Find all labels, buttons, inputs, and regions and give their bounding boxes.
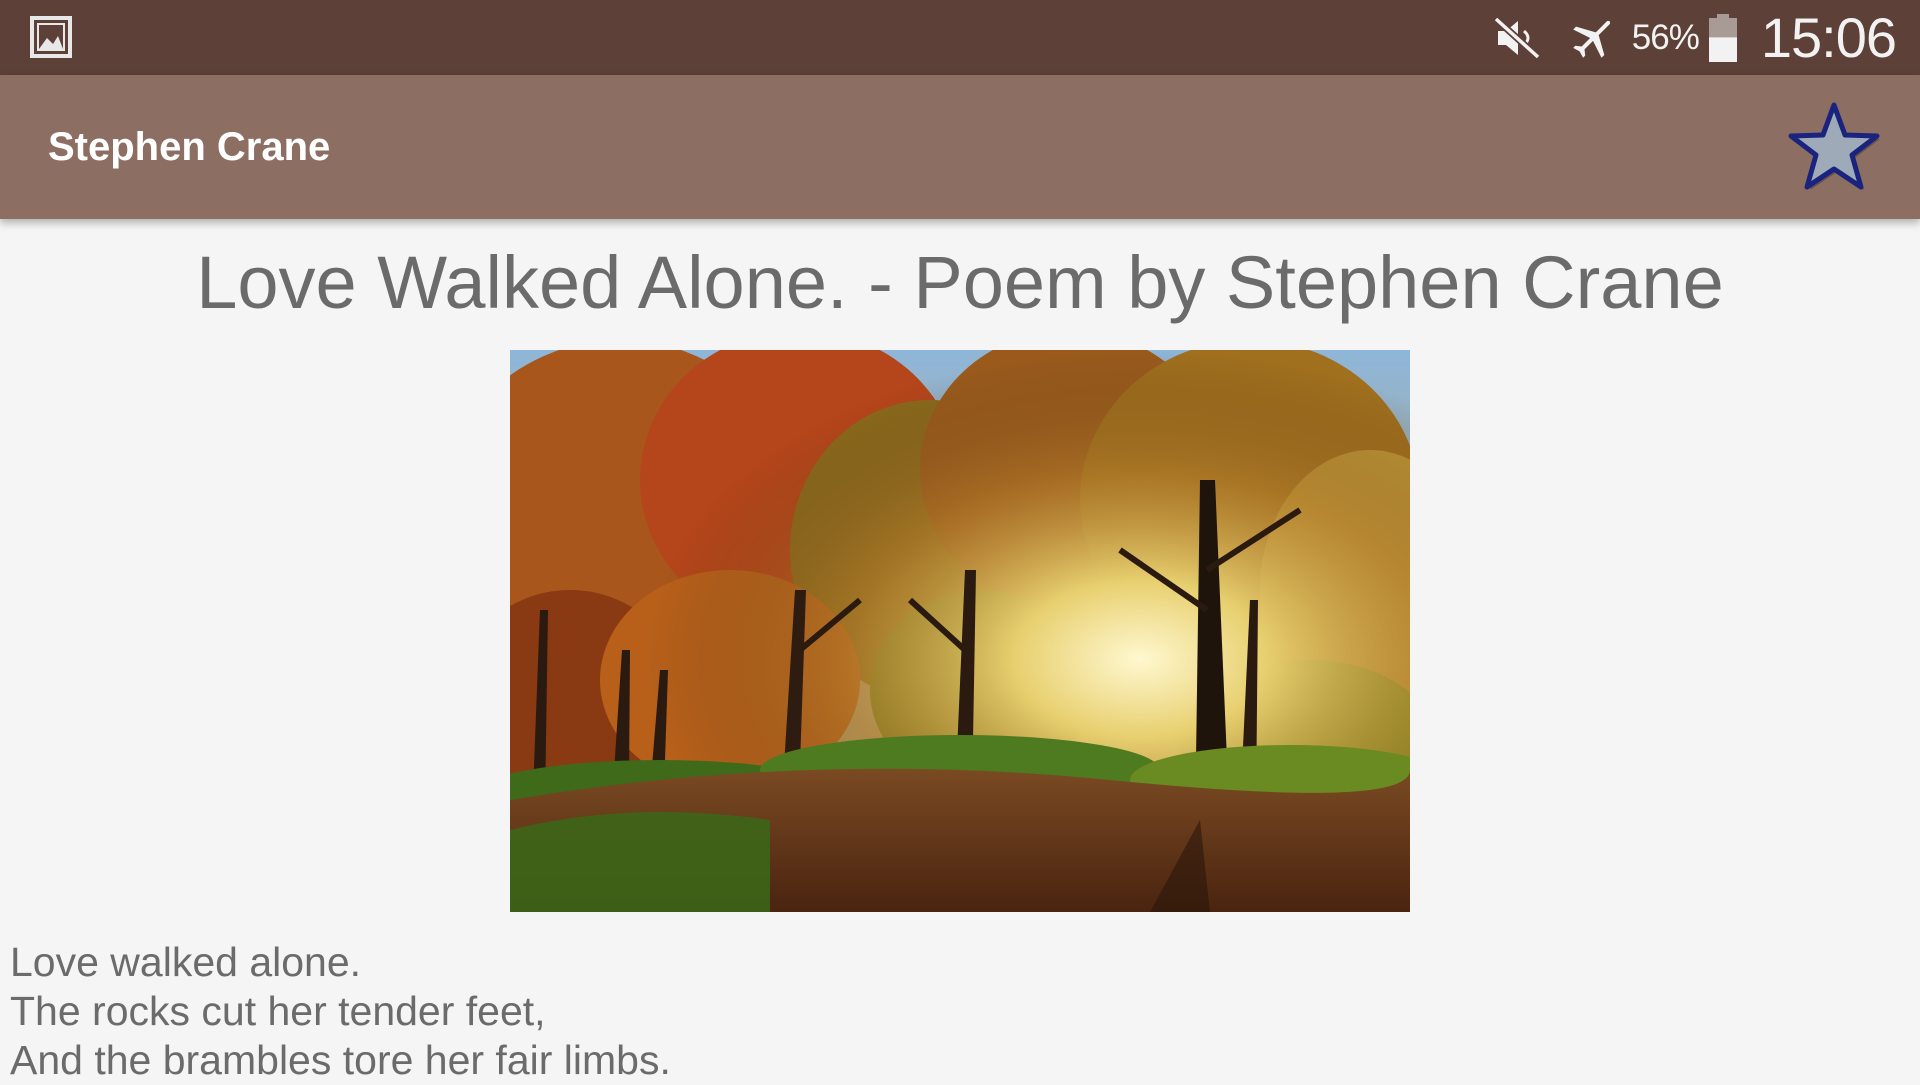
status-icons: 56% 15:06: [1492, 0, 1897, 75]
autumn-forest-image: [510, 350, 1410, 912]
battery-percent: 56%: [1631, 17, 1700, 57]
poem-line: Love walked alone.: [10, 939, 362, 985]
poem-line: The rocks cut her tender feet,: [10, 988, 546, 1034]
star-icon: [1788, 102, 1880, 190]
app-title: Stephen Crane: [48, 125, 331, 169]
battery-icon: [1708, 13, 1737, 62]
airplane-icon: [1572, 20, 1610, 58]
poem-title: Love Walked Alone. - Poem by Stephen Cra…: [196, 241, 1724, 324]
clock: 15:06: [1760, 6, 1897, 69]
poem-body: Love walked alone. The rocks cut her ten…: [10, 938, 671, 1085]
gallery-icon: [30, 16, 72, 58]
mute-icon: [1493, 15, 1541, 60]
favorite-star-button[interactable]: [1784, 97, 1884, 197]
poem-line: And the brambles tore her fair limbs.: [10, 1037, 671, 1083]
status-bar: 56% 15:06: [0, 0, 1920, 75]
app-bar: Stephen Crane: [0, 75, 1920, 219]
